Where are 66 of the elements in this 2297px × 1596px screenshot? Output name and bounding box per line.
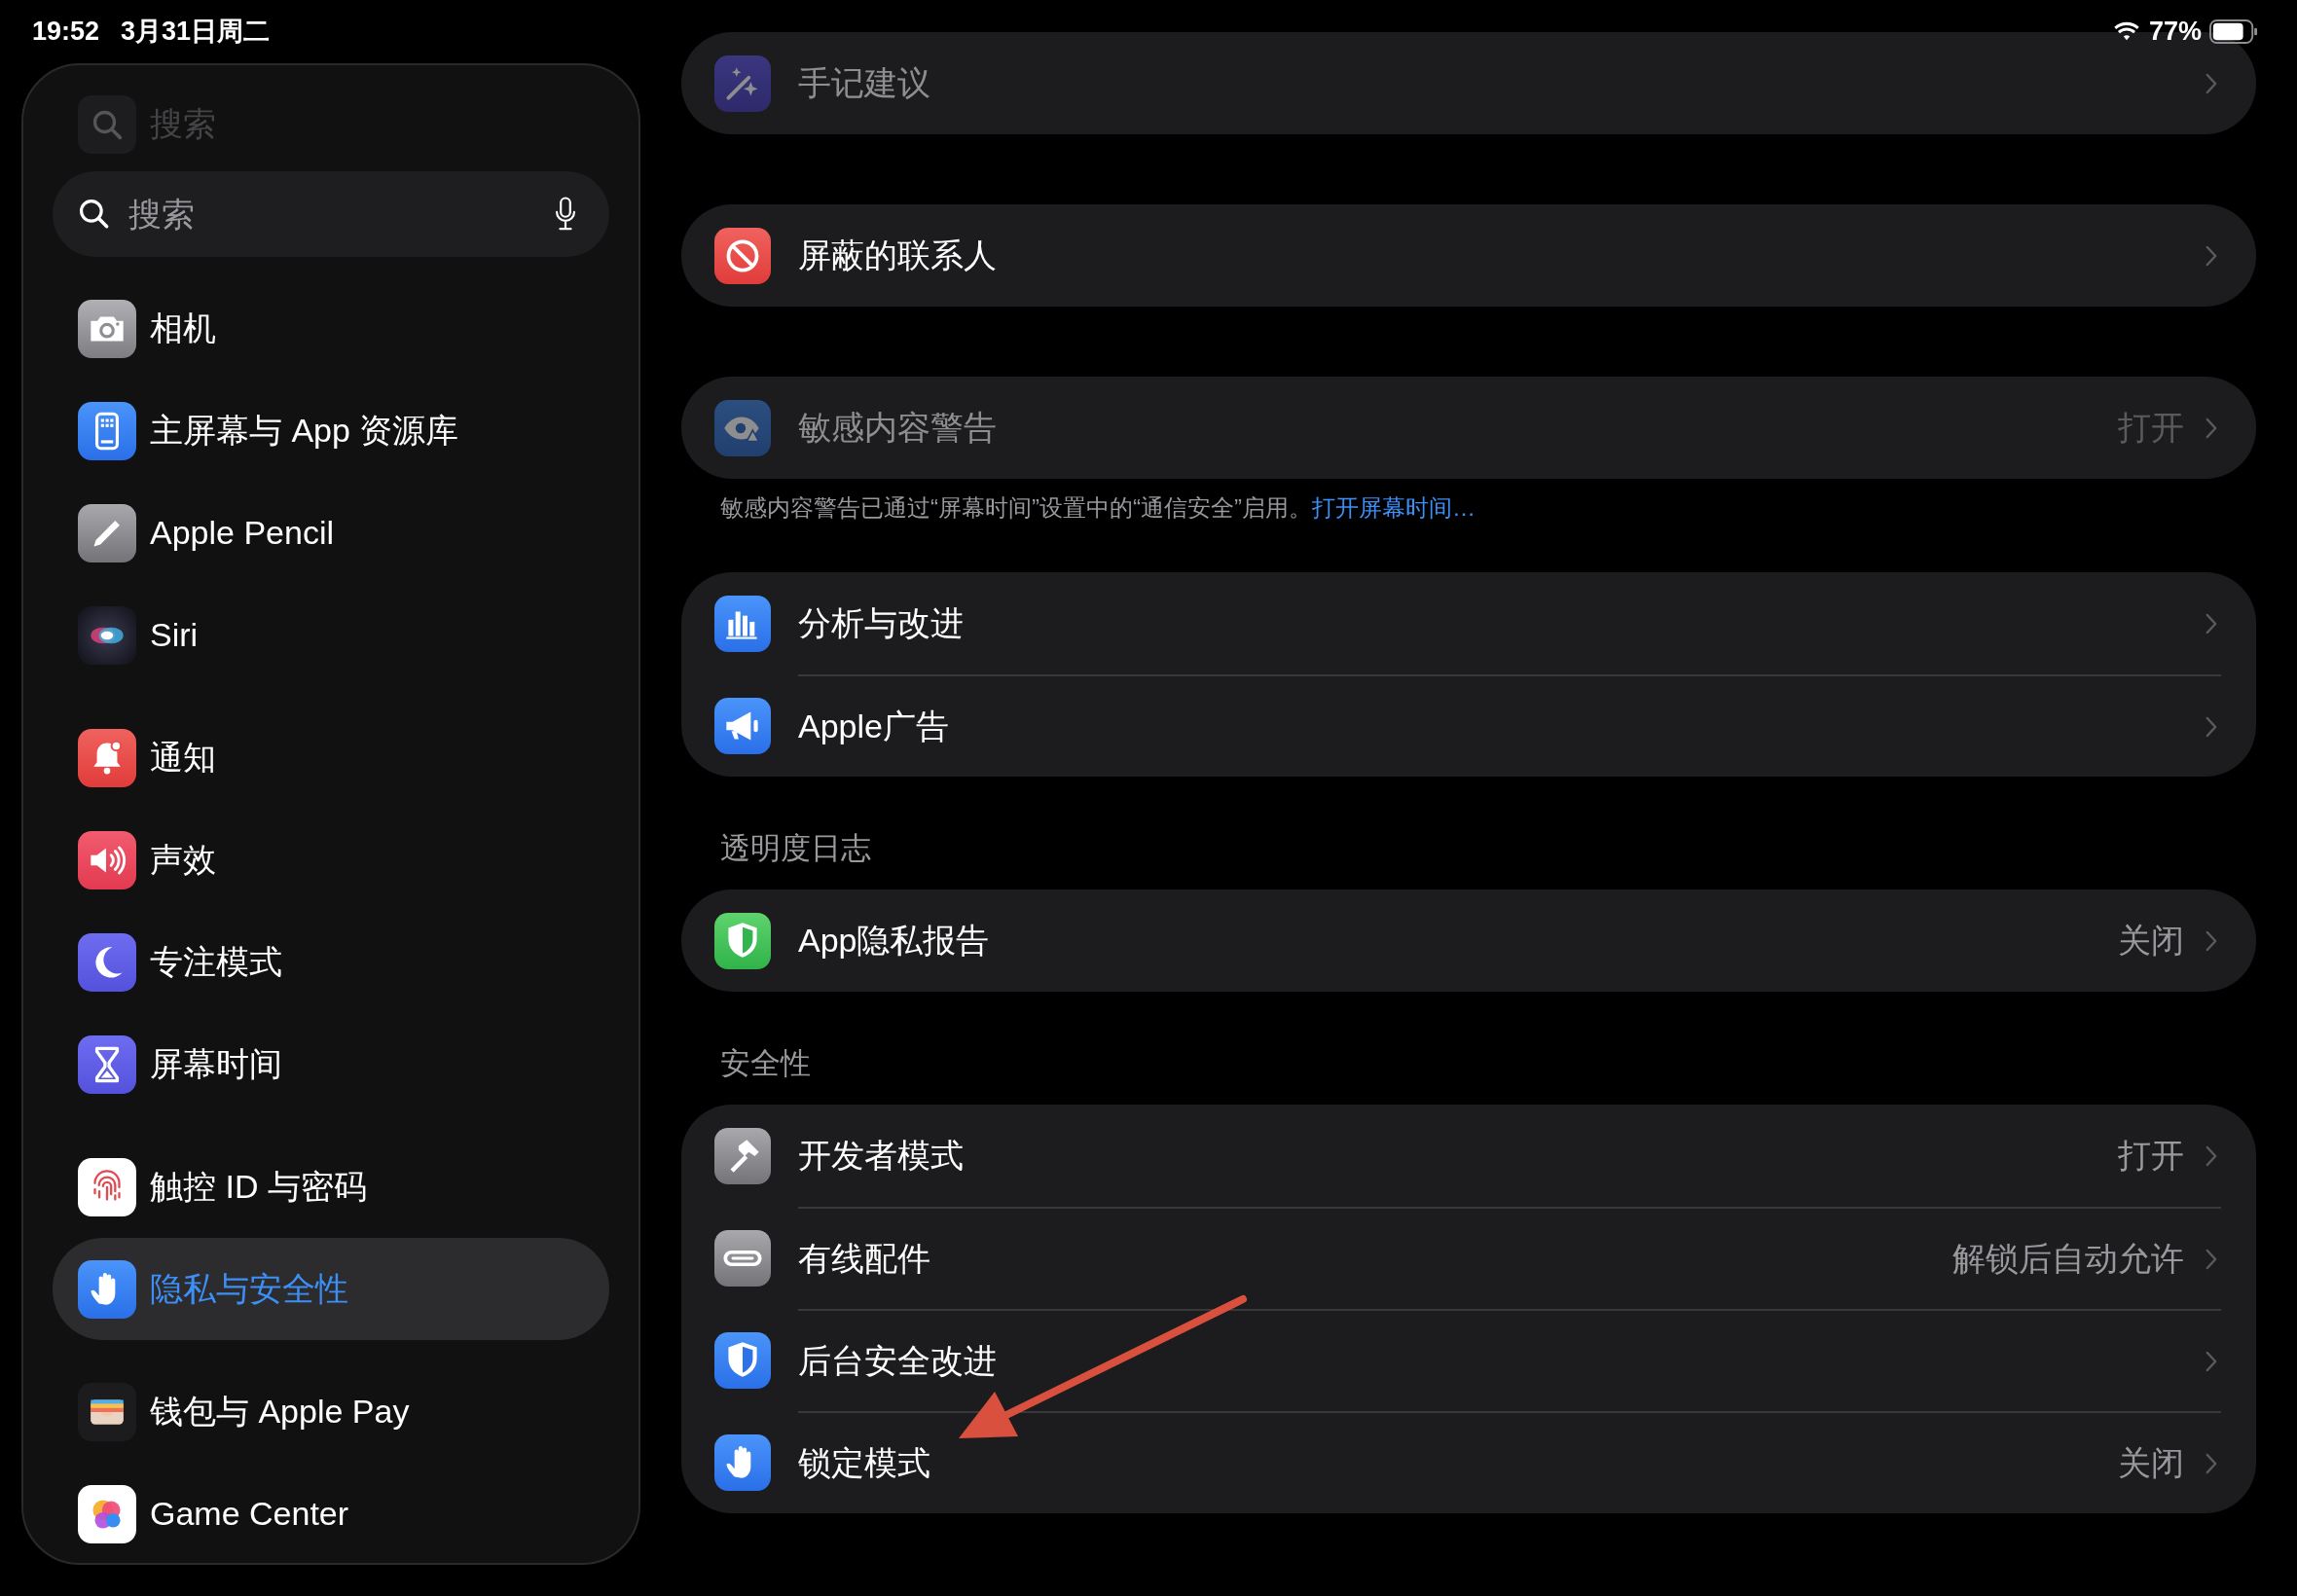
- megaphone-icon: [714, 697, 771, 754]
- search-field[interactable]: 搜索: [53, 171, 609, 257]
- section-header: 安全性: [719, 1045, 812, 1082]
- sidebar-item[interactable]: Apple Pencil: [53, 482, 609, 584]
- camera-icon: [78, 299, 136, 358]
- bell-icon: [78, 728, 136, 787]
- eye-warning-icon: [714, 399, 771, 456]
- settings-row[interactable]: 有线配件 解锁后自动允许: [681, 1207, 2256, 1309]
- microphone-icon[interactable]: [555, 197, 576, 232]
- settings-row[interactable]: 后台安全改进: [681, 1309, 2256, 1411]
- sidebar-item[interactable]: 主屏幕与 App 资源库: [53, 380, 609, 482]
- sparkles-icon: [714, 54, 771, 112]
- chevron-icon: [2206, 612, 2217, 635]
- speaker-icon: [78, 830, 136, 889]
- sidebar-item[interactable]: 隐私与安全性: [53, 1238, 609, 1340]
- shield-icon: [714, 1331, 771, 1389]
- battery-icon: [2209, 18, 2258, 44]
- chevron-icon: [2206, 1248, 2217, 1270]
- settings-row[interactable]: 开发者模式 打开: [681, 1105, 2256, 1207]
- chevron-icon: [2206, 1452, 2217, 1474]
- shield-icon: [714, 912, 771, 969]
- status-time: 19:52: [32, 16, 100, 48]
- chevron-icon: [2206, 417, 2217, 439]
- sidebar-item[interactable]: 相机: [53, 277, 609, 380]
- settings-row[interactable]: 分析与改进: [681, 572, 2256, 674]
- sidebar-item[interactable]: 触控 ID 与密码: [53, 1136, 609, 1238]
- phone-grid-icon: [78, 401, 136, 460]
- prohibited-icon: [714, 227, 771, 284]
- setting-value: 解锁后自动允许: [1952, 1238, 2184, 1279]
- setting-value: 关闭: [2118, 920, 2184, 961]
- settings-row[interactable]: App隐私报告 关闭: [681, 889, 2256, 992]
- chevron-icon: [2206, 929, 2217, 952]
- bar-chart-icon: [714, 595, 771, 652]
- settings-row[interactable]: 屏蔽的联系人: [681, 204, 2256, 307]
- hand-icon: [78, 1259, 136, 1319]
- sidebar-item[interactable]: 专注模式: [53, 911, 609, 1013]
- section-header: 透明度日志: [719, 830, 872, 867]
- chevron-icon: [2206, 715, 2217, 738]
- sidebar-item[interactable]: 通知: [53, 707, 609, 809]
- moon-icon: [78, 932, 136, 992]
- search-icon: [78, 95, 136, 154]
- hourglass-icon: [78, 1034, 136, 1094]
- sidebar-item[interactable]: Game Center: [53, 1463, 609, 1565]
- orb-icon: [78, 605, 136, 665]
- sidebar-item[interactable]: 屏幕时间: [53, 1013, 609, 1115]
- cable-icon: [714, 1229, 771, 1287]
- status-date: 3月31日周二: [121, 16, 271, 48]
- screen-time-link[interactable]: 打开屏幕时间…: [1311, 494, 1476, 521]
- bubbles-icon: [78, 1484, 136, 1543]
- pencil-icon: [78, 503, 136, 562]
- sidebar-item[interactable]: 钱包与 Apple Pay: [53, 1360, 609, 1463]
- setting-value: 打开: [2118, 1135, 2184, 1176]
- chevron-icon: [2206, 1350, 2217, 1372]
- setting-value: 打开: [2118, 407, 2184, 448]
- sidebar-item[interactable]: 声效: [53, 809, 609, 911]
- settings-row[interactable]: Apple广告: [681, 674, 2256, 777]
- hammer-icon: [714, 1127, 771, 1184]
- sidebar-item[interactable]: Siri: [53, 584, 609, 686]
- hand-icon: [714, 1433, 771, 1491]
- chevron-icon: [2206, 1144, 2217, 1167]
- wallet-icon: [78, 1382, 136, 1441]
- setting-value: 关闭: [2118, 1442, 2184, 1483]
- chevron-icon: [2206, 72, 2217, 94]
- fingerprint-icon: [78, 1157, 136, 1216]
- chevron-icon: [2206, 244, 2217, 267]
- footer-note: 敏感内容警告已通过“屏幕时间”设置中的“通信安全”启用。打开屏幕时间…: [720, 493, 1477, 523]
